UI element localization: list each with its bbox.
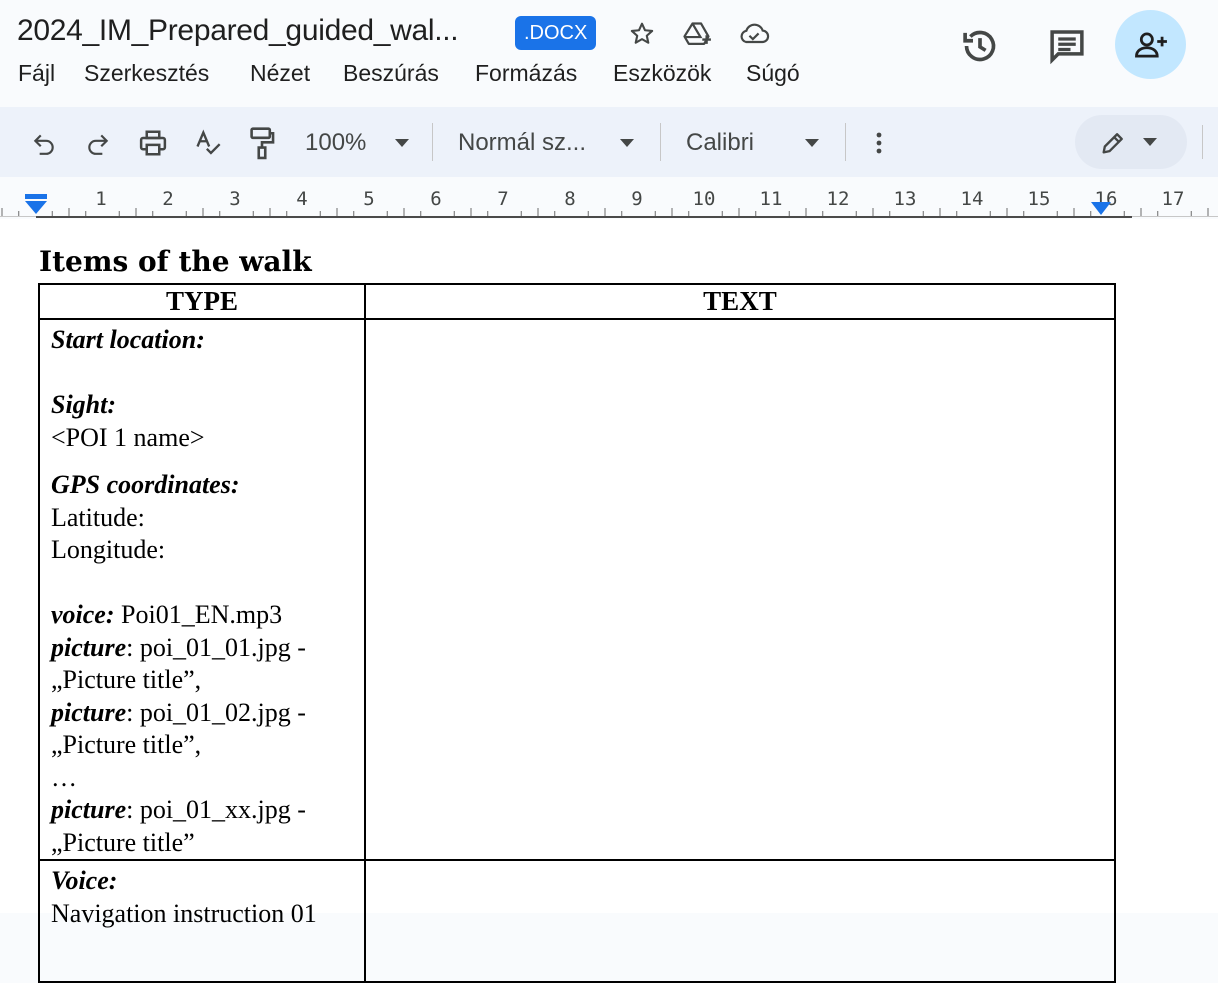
font-select[interactable]: Calibri: [686, 125, 754, 161]
navigation-instruction-text: Navigation instruction 01: [51, 898, 317, 928]
picture-label: picture: [51, 697, 127, 727]
picture-line: picture: poi_01_02.jpg -: [51, 697, 354, 730]
latitude-label: Latitude:: [51, 502, 145, 532]
menu-edit[interactable]: Szerkesztés: [84, 60, 209, 87]
toolbar-divider: [845, 123, 846, 161]
picture-title: „Picture title”: [51, 827, 195, 857]
ruler-number: 9: [631, 188, 643, 210]
voice-line: voice: Poi01_EN.mp3: [51, 599, 354, 632]
chevron-down-icon[interactable]: [802, 125, 822, 161]
picture-title: „Picture title”,: [51, 665, 202, 694]
menu-view[interactable]: Nézet: [250, 60, 310, 87]
document-heading[interactable]: Items of the walk: [39, 245, 312, 278]
menu-tools[interactable]: Eszközök: [613, 60, 711, 87]
table-header-row: TYPE TEXT: [38, 283, 1117, 320]
start-location-label: Start location:: [51, 325, 205, 354]
table-cell-text[interactable]: [363, 318, 1117, 861]
menu-help[interactable]: Súgó: [746, 60, 800, 87]
table-cell-type[interactable]: Voice: Navigation instruction 01: [38, 859, 366, 983]
document-title[interactable]: 2024_IM_Prepared_guided_wal...: [17, 14, 459, 48]
table-cell-text[interactable]: [363, 859, 1117, 983]
picture-title: „Picture title”,: [51, 730, 202, 759]
picture-label: picture: [51, 632, 127, 662]
ruler-number: 2: [162, 188, 174, 210]
undo-icon[interactable]: [28, 125, 60, 161]
chevron-down-icon[interactable]: [392, 125, 412, 161]
ruler-number: 13: [893, 188, 917, 210]
zoom-select[interactable]: 100%: [305, 125, 366, 161]
ruler-number: 14: [960, 188, 984, 210]
ruler-text-area: [36, 216, 1132, 218]
version-history-icon[interactable]: [958, 24, 1002, 68]
ruler-number: 4: [296, 188, 308, 210]
ruler-number: 1: [95, 188, 107, 210]
ruler-number: 17: [1161, 188, 1185, 210]
sight-label: Sight:: [51, 390, 117, 419]
more-vert-icon[interactable]: [866, 125, 892, 161]
picture-filename: : poi_01_01.jpg -: [126, 632, 306, 662]
paragraph-style-select[interactable]: Normál sz...: [458, 125, 586, 161]
voice-filename: Poi01_EN.mp3: [114, 600, 283, 629]
right-indent-marker[interactable]: [1091, 202, 1111, 216]
ruler-number: 6: [430, 188, 442, 210]
ruler-number: 5: [363, 188, 375, 210]
picture-filename: : poi_01_xx.jpg -: [126, 795, 306, 824]
toolbar-divider: [1202, 125, 1203, 159]
longitude-label: Longitude:: [51, 535, 166, 564]
ruler-number: 7: [497, 188, 509, 210]
ruler-number: 10: [692, 188, 716, 210]
pencil-icon: [1102, 133, 1123, 154]
spellcheck-icon[interactable]: [192, 125, 224, 161]
voice-label: Voice:: [51, 866, 118, 895]
picture-label: picture: [51, 795, 127, 824]
document-table[interactable]: TYPE TEXT Start location: Sight: <POI 1 …: [38, 283, 1117, 983]
gps-coordinates-label: GPS coordinates:: [51, 470, 240, 499]
table-row: Voice: Navigation instruction 01: [38, 859, 1117, 983]
toolbar: [0, 107, 1218, 177]
table-row: Start location: Sight: <POI 1 name> GPS …: [38, 318, 1117, 861]
table-header-type[interactable]: TYPE: [38, 283, 366, 320]
move-to-drive-icon[interactable]: [682, 18, 714, 50]
picture-line: picture: poi_01_xx.jpg -: [51, 794, 354, 827]
left-indent-marker[interactable]: [24, 194, 48, 216]
menu-insert[interactable]: Beszúrás: [343, 60, 439, 87]
chevron-down-icon[interactable]: [617, 125, 637, 161]
chevron-down-icon: [1143, 138, 1157, 146]
table-header-text[interactable]: TEXT: [363, 283, 1117, 320]
toolbar-divider: [660, 123, 661, 161]
comments-icon[interactable]: [1045, 24, 1089, 68]
ruler-number: 3: [229, 188, 241, 210]
poi-name-text: <POI 1 name>: [51, 422, 205, 452]
paint-format-icon[interactable]: [246, 125, 278, 161]
share-button[interactable]: [1115, 10, 1186, 79]
menu-format[interactable]: Formázás: [475, 60, 577, 87]
picture-line: picture: poi_01_01.jpg -: [51, 632, 354, 665]
picture-filename: : poi_01_02.jpg -: [126, 697, 306, 727]
ruler-number: 15: [1027, 188, 1051, 210]
redo-icon[interactable]: [82, 125, 114, 161]
voice-label: voice:: [51, 600, 115, 629]
cloud-saved-icon[interactable]: [738, 18, 770, 50]
ruler-number: 8: [564, 188, 576, 210]
ellipsis-text: …: [51, 762, 77, 792]
star-icon[interactable]: [626, 18, 658, 50]
ruler-number: 12: [826, 188, 850, 210]
share-add-person-icon: [1134, 32, 1167, 57]
menu-file[interactable]: Fájl: [18, 60, 55, 87]
print-icon[interactable]: [136, 125, 170, 161]
table-cell-type[interactable]: Start location: Sight: <POI 1 name> GPS …: [38, 318, 366, 861]
docx-badge: .DOCX: [515, 16, 597, 50]
toolbar-divider: [432, 123, 433, 161]
editing-mode-button[interactable]: [1075, 115, 1187, 169]
ruler-number: 11: [759, 188, 783, 210]
